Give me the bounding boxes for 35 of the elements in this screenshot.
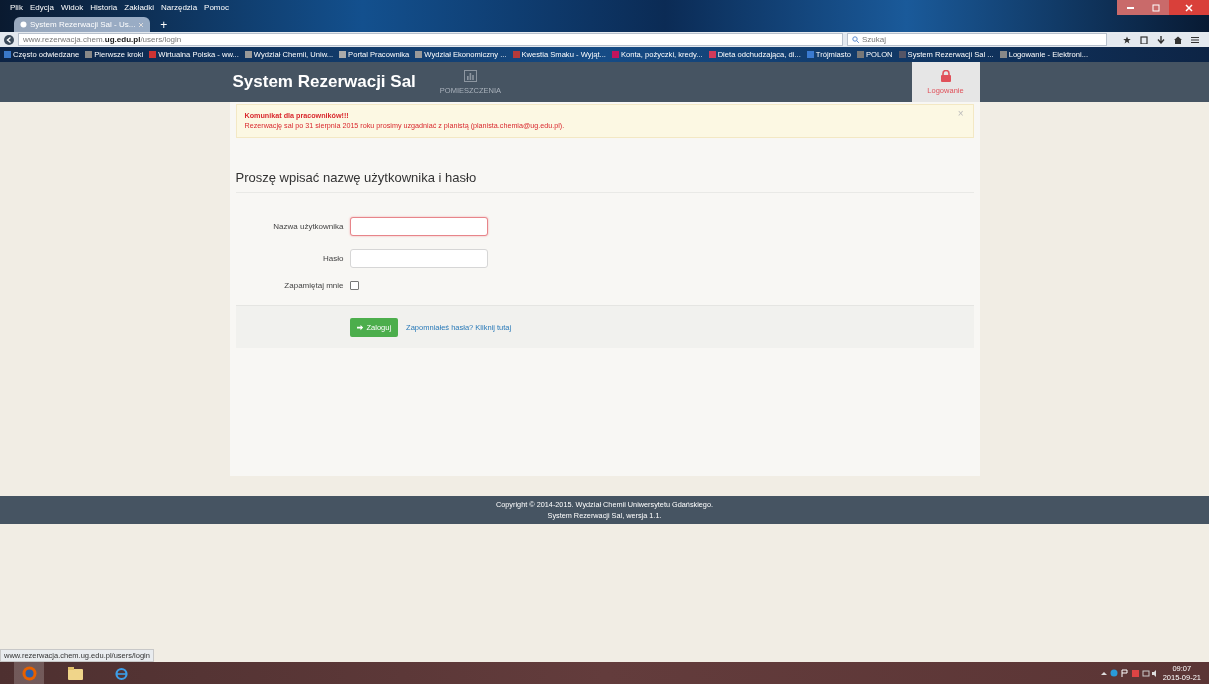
site-title[interactable]: System Rezerwacji Sal — [232, 72, 416, 92]
menu-item[interactable]: Narzędzia — [161, 3, 198, 12]
input-field[interactable] — [349, 217, 488, 236]
menu-item[interactable]: Pomoc — [204, 3, 229, 12]
favicon-icon — [20, 21, 27, 28]
lock-icon — [940, 69, 951, 82]
menu-item[interactable]: Historia — [90, 3, 118, 12]
star-icon[interactable] — [1123, 35, 1131, 44]
back-icon[interactable] — [4, 34, 14, 45]
input-field[interactable] — [349, 249, 488, 268]
field-label: Nazwa użytkownika — [272, 222, 344, 231]
search-icon — [852, 36, 859, 43]
chart-icon — [463, 69, 477, 82]
minimize-icon — [1126, 6, 1134, 9]
field-label: Hasło — [322, 254, 344, 263]
checkbox-label: Zapamiętaj mnie — [283, 281, 344, 290]
menu-item[interactable]: Plik — [10, 3, 23, 12]
search-box[interactable]: Szukaj — [847, 33, 1107, 46]
menu-item[interactable]: Edycja — [29, 3, 54, 12]
download-icon[interactable] — [1157, 35, 1165, 44]
sign-in-icon — [356, 323, 364, 331]
checkbox[interactable] — [349, 281, 359, 290]
search-field[interactable]: Szukaj — [862, 34, 1102, 45]
maximize-icon — [1152, 3, 1160, 12]
menu-item[interactable]: Widok — [60, 3, 84, 12]
close-button[interactable] — [1169, 0, 1209, 15]
menu-icon[interactable] — [1191, 35, 1199, 44]
form-heading: Proszę wpisać nazwę użytkownika i hasło — [235, 170, 974, 193]
close-icon — [1185, 3, 1193, 12]
new-tab-button[interactable]: + — [156, 18, 172, 32]
address-bar[interactable]: www.rezerwacja.chem.ug.edu.pl/users/login — [18, 33, 843, 46]
menu-item[interactable]: Zakładki — [124, 3, 155, 12]
tray-icons-drawing[interactable] — [1100, 669, 1157, 677]
home-icon[interactable] — [1174, 35, 1182, 44]
minimize-button[interactable] — [1117, 0, 1143, 15]
